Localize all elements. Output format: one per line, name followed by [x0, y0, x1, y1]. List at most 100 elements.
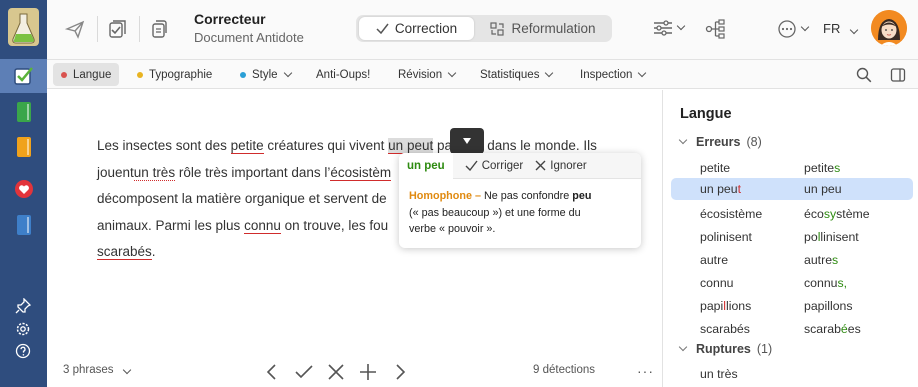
editor-footer: 3 phrases 9 détections ··· — [47, 357, 662, 387]
tool-guides[interactable] — [0, 130, 47, 164]
sliders-icon — [654, 20, 672, 36]
chevron-down-icon — [283, 68, 292, 77]
tab-statistiques[interactable]: Statistiques — [472, 63, 560, 86]
red-dot-icon — [61, 71, 67, 78]
send-icon[interactable] — [64, 18, 86, 40]
error-connu[interactable]: connu — [244, 217, 281, 234]
list-item[interactable]: petite petites — [671, 157, 913, 179]
help-icon[interactable] — [15, 343, 31, 359]
chevron-down-icon — [447, 68, 457, 77]
chevron-down-icon — [638, 68, 647, 77]
previous-icon[interactable] — [261, 361, 283, 383]
document-name: Document Antidote — [194, 30, 304, 45]
tab-label: Statistiques — [480, 68, 540, 81]
panel-title: Langue — [680, 106, 732, 122]
phrases-selector[interactable]: 3 phrases — [63, 364, 131, 376]
error-un-tres[interactable]: un très — [133, 164, 176, 181]
chevron-down-icon — [545, 68, 554, 77]
check-icon — [465, 160, 478, 171]
checkbox-icon — [13, 67, 33, 85]
pin-icon[interactable] — [15, 298, 31, 314]
error-ecosisteme[interactable]: écosistèm — [330, 164, 392, 181]
tab-label: Révision — [398, 68, 443, 81]
tab-langue[interactable]: Langue — [53, 63, 120, 86]
group-label: Erreurs — [696, 135, 741, 149]
tab-style[interactable]: Style — [232, 63, 299, 86]
detections-panel: Langue Erreurs (8) petite petites un peu… — [662, 90, 918, 387]
list-item-selected[interactable]: un peut un peu — [671, 178, 913, 200]
tab-typographie[interactable]: Typographie — [129, 63, 220, 86]
editor-area: Les insectes sont des petite créatures q… — [47, 90, 662, 387]
group-breaks[interactable]: Ruptures (1) — [678, 342, 772, 356]
chevron-down-icon — [122, 365, 131, 375]
footer-more-button[interactable]: ··· — [637, 363, 654, 379]
document-icon[interactable] — [148, 18, 170, 40]
reject-icon[interactable] — [325, 361, 347, 383]
add-icon[interactable] — [357, 361, 379, 383]
language-selector[interactable]: FR — [823, 21, 859, 36]
tab-anti-oups[interactable]: Anti-Oups! — [308, 63, 378, 86]
error-un-peut[interactable]: un peut — [388, 138, 434, 154]
chevron-down-icon — [800, 22, 810, 32]
blue-book-icon — [16, 215, 31, 235]
user-avatar-icon — [871, 10, 907, 46]
ellipsis-circle-icon — [778, 20, 796, 38]
list-item[interactable]: scarabés scarabées — [671, 318, 913, 340]
filters-button[interactable] — [653, 19, 686, 37]
tool-correcteur[interactable] — [0, 59, 47, 93]
mode-correction-button[interactable]: Correction — [359, 17, 474, 40]
list-item[interactable]: papillions papillons — [671, 295, 913, 317]
list-item[interactable]: polinisent pollinisent — [671, 226, 913, 248]
popup-explanation: Homophone – Ne pas confondre peu (« pas … — [409, 190, 592, 235]
tab-label: Inspection — [580, 68, 633, 81]
left-toolbar — [0, 0, 47, 387]
tool-dictionaries[interactable] — [0, 95, 47, 129]
group-count: (8) — [746, 135, 762, 149]
tab-label: Style — [252, 68, 278, 81]
fix-label: Corriger — [481, 159, 524, 172]
accept-icon[interactable] — [293, 361, 315, 383]
list-item[interactable]: un très — [671, 363, 913, 385]
error-scarabes[interactable]: scarabés — [97, 244, 152, 260]
chevron-down-icon — [849, 25, 859, 35]
tool-favorites[interactable] — [0, 172, 47, 206]
suggestion-button[interactable]: un peu — [399, 152, 453, 179]
avatar[interactable] — [871, 10, 907, 46]
tree-panel-icon[interactable] — [704, 18, 726, 40]
chevron-down-icon — [678, 135, 688, 145]
error-kind: Homophone – — [409, 190, 481, 202]
list-item[interactable]: écosistème écosystème — [671, 203, 913, 225]
correction-popup: un peu Corriger Ignorer Homophone – Ne p… — [399, 152, 641, 248]
tab-revision[interactable]: Révision — [390, 63, 463, 86]
error-petite[interactable]: petite — [230, 138, 264, 154]
next-icon[interactable] — [389, 361, 411, 383]
settings-icon[interactable] — [15, 321, 31, 337]
tool-lexicon[interactable] — [0, 208, 47, 242]
reformulation-icon — [490, 21, 505, 36]
document-title-block: Correcteur Document Antidote — [194, 11, 304, 45]
group-label: Ruptures — [696, 342, 751, 356]
mode-reformulation-button[interactable]: Reformulation — [478, 17, 608, 40]
search-icon[interactable] — [856, 67, 872, 83]
list-item[interactable]: autre autres — [671, 249, 913, 271]
tab-label: Anti-Oups! — [316, 68, 371, 81]
tab-label: Langue — [73, 68, 112, 81]
list-item[interactable]: connu connus, — [671, 272, 913, 294]
app-title: Correcteur — [194, 11, 266, 27]
popup-toggle-button[interactable] — [450, 128, 484, 154]
category-tabs: Langue Typographie Style Anti-Oups! Révi… — [47, 60, 918, 89]
chevron-down-icon — [676, 21, 686, 31]
more-options-button[interactable] — [777, 19, 810, 39]
orange-book-icon — [16, 137, 31, 157]
ignore-label: Ignorer — [550, 159, 587, 172]
mode-reformulation-label: Reformulation — [511, 21, 596, 36]
detections-count: 9 détections — [533, 364, 596, 376]
fix-button[interactable]: Corriger — [465, 159, 524, 172]
group-errors[interactable]: Erreurs (8) — [678, 135, 762, 149]
accept-all-icon[interactable] — [106, 18, 128, 40]
sidebar-toggle-icon[interactable] — [890, 67, 906, 83]
close-icon — [535, 160, 546, 171]
ignore-button[interactable]: Ignorer — [535, 159, 587, 172]
tab-inspection[interactable]: Inspection — [572, 63, 653, 86]
check-icon — [376, 23, 389, 34]
